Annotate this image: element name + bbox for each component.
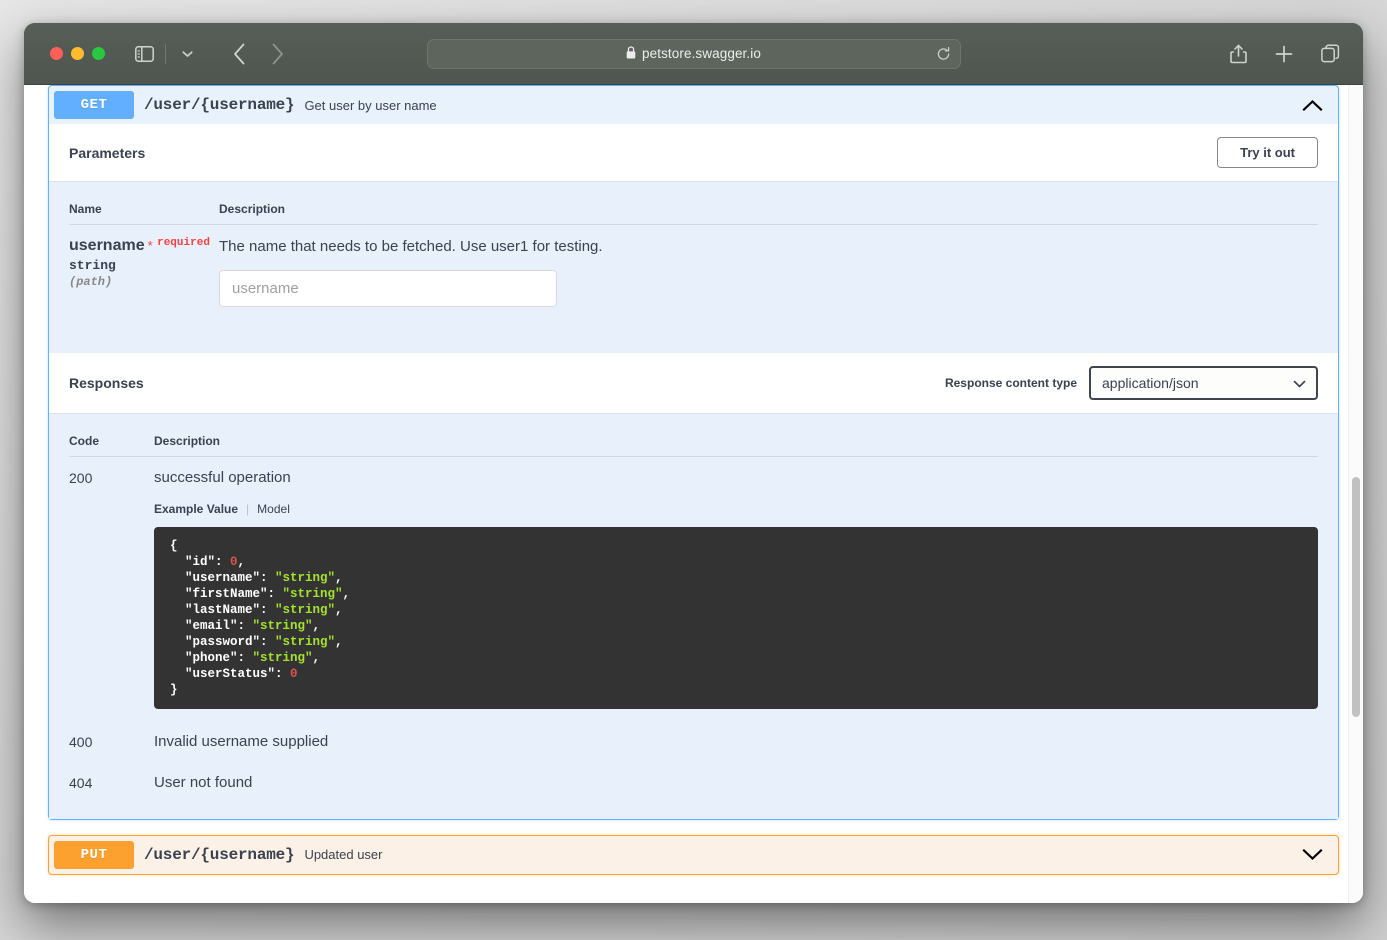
page-scrollbar-track[interactable]	[1348, 85, 1363, 903]
response-description: User not found	[154, 773, 253, 791]
table-row: username * required string (path) The nam…	[69, 225, 1318, 319]
parameter-location: (path)	[69, 275, 113, 289]
swagger-ui-page: GET /user/{username} Get user by user na…	[24, 85, 1363, 903]
response-description-cell: User not found	[154, 762, 1318, 803]
opblock-summary-get[interactable]: GET /user/{username} Get user by user na…	[49, 86, 1338, 124]
address-bar-text: petstore.swagger.io	[642, 46, 761, 61]
parameters-section-header: Parameters Try it out	[49, 124, 1338, 182]
opblock-summary-description: Updated user	[304, 847, 383, 862]
response-description: Invalid username supplied	[154, 732, 329, 750]
address-bar[interactable]: petstore.swagger.io	[426, 38, 961, 69]
responses-table: Code Description 200 successful operatio…	[69, 413, 1318, 803]
maximize-window-button[interactable]	[92, 47, 105, 60]
parameters-table-header-row: Name Description	[69, 182, 1318, 225]
response-code: 400	[69, 733, 93, 750]
opblock-summary-put[interactable]: PUT /user/{username} Updated user	[49, 836, 1338, 874]
share-icon[interactable]	[1221, 39, 1255, 69]
tab-model[interactable]: Model	[257, 502, 290, 516]
opblock-summary-description: Get user by user name	[304, 97, 437, 113]
back-chevron-icon[interactable]	[222, 39, 256, 69]
browser-toolbar: petstore.swagger.io	[24, 23, 1363, 85]
parameter-name-cell: username * required string (path)	[69, 225, 219, 319]
tab-divider: |	[246, 501, 250, 516]
required-star-icon: *	[147, 238, 153, 253]
chevron-down-icon[interactable]	[1302, 848, 1333, 861]
close-window-button[interactable]	[50, 47, 63, 60]
response-content-type-label: Response content type	[944, 375, 1077, 390]
minimize-window-button[interactable]	[71, 47, 84, 60]
parameters-table: Name Description username * required str…	[69, 182, 1318, 319]
reload-icon[interactable]	[936, 46, 951, 61]
opblock-get-user-by-username: GET /user/{username} Get user by user na…	[48, 85, 1339, 820]
responses-col-code: Code	[69, 413, 154, 457]
response-code: 200	[69, 469, 93, 486]
lock-icon	[626, 45, 636, 62]
responses-table-header-row: Code Description	[69, 413, 1318, 457]
opblock-put-update-user: PUT /user/{username} Updated user	[48, 834, 1339, 875]
parameters-col-description: Description	[219, 182, 1318, 225]
responses-title: Responses	[69, 374, 144, 391]
responses-col-description: Description	[154, 413, 1318, 457]
opblock-body-get: Parameters Try it out Name Description u…	[49, 124, 1338, 819]
table-row: 200 successful operation Example Value |…	[69, 456, 1318, 721]
username-input[interactable]	[219, 269, 557, 307]
chevron-down-icon[interactable]	[170, 39, 204, 69]
parameters-title: Parameters	[69, 144, 146, 161]
http-method-badge-put: PUT	[54, 840, 134, 869]
sidebar-toggle-icon[interactable]	[127, 39, 161, 69]
forward-chevron-icon[interactable]	[260, 39, 294, 69]
try-it-out-button[interactable]: Try it out	[1217, 137, 1318, 168]
responses-table-wrapper: Code Description 200 successful operatio…	[49, 413, 1338, 819]
toolbar-divider	[165, 43, 166, 64]
parameters-col-name: Name	[69, 182, 219, 225]
parameter-name: username	[69, 237, 145, 254]
tab-example-value[interactable]: Example Value	[154, 502, 238, 516]
page-scrollbar-thumb[interactable]	[1352, 477, 1360, 717]
required-label: required	[157, 237, 210, 249]
parameter-description: The name that needs to be fetched. Use u…	[219, 238, 603, 255]
plus-icon[interactable]	[1267, 39, 1301, 69]
response-description-cell: Invalid username supplied	[154, 721, 1318, 762]
response-description: successful operation	[154, 468, 291, 486]
response-content-type-value: application/json	[1102, 374, 1199, 391]
http-method-badge-get: GET	[54, 91, 134, 119]
opblock-path: /user/{username}	[144, 845, 295, 864]
table-row: 400 Invalid username supplied	[69, 721, 1318, 762]
parameters-table-wrapper: Name Description username * required str…	[49, 182, 1338, 353]
window-traffic-lights	[50, 47, 105, 60]
example-model-tabs: Example Value | Model	[154, 502, 1318, 516]
response-content-type-select[interactable]: application/json	[1089, 365, 1318, 400]
chevron-up-icon[interactable]	[1302, 99, 1333, 112]
response-code: 404	[69, 774, 93, 791]
example-value-code-block: { "id": 0, "username": "string", "firstN…	[154, 526, 1318, 709]
responses-section-header: Responses Response content type applicat…	[49, 352, 1338, 414]
browser-window: petstore.swagger.io GET /user/{username}…	[24, 23, 1363, 903]
table-row: 404 User not found	[69, 762, 1318, 803]
opblock-path: /user/{username}	[144, 96, 295, 114]
chevron-down-icon	[1293, 375, 1306, 391]
tab-overview-icon[interactable]	[1313, 39, 1347, 69]
parameter-type: string	[69, 258, 116, 273]
response-description-cell: successful operation Example Value | Mod…	[154, 456, 1318, 721]
page-viewport: GET /user/{username} Get user by user na…	[24, 85, 1363, 903]
parameter-description-cell: The name that needs to be fetched. Use u…	[219, 225, 1318, 319]
